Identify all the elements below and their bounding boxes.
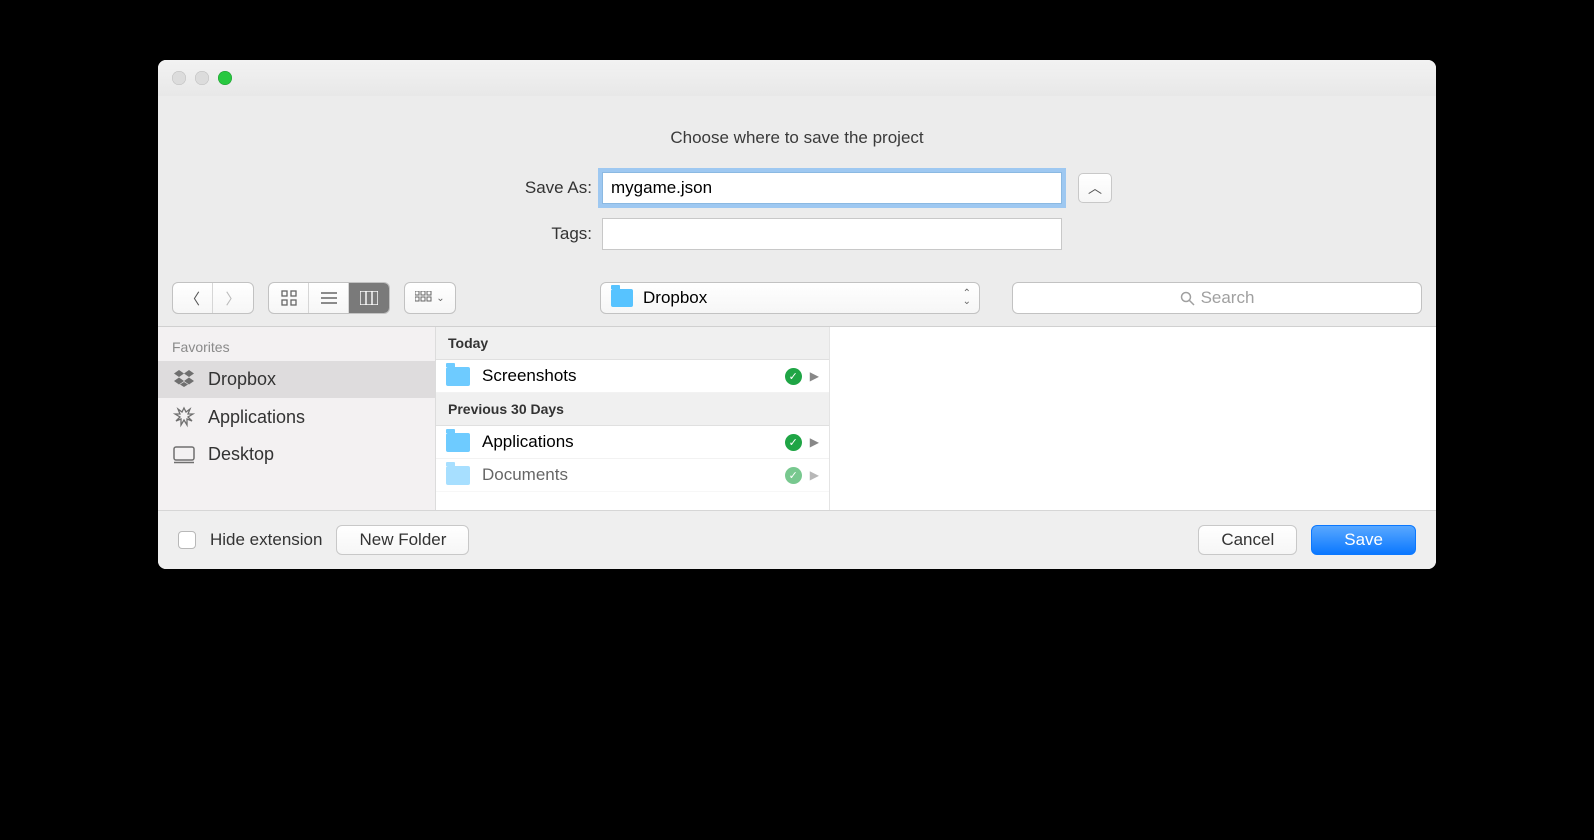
column-header: Previous 30 Days xyxy=(436,393,829,426)
search-icon xyxy=(1180,291,1195,306)
nav-forward-button[interactable]: 〉 xyxy=(213,283,253,313)
folder-item[interactable]: Applications ✓ ▶ xyxy=(436,426,829,459)
folder-item-label: Applications xyxy=(482,432,574,452)
view-icons-button[interactable] xyxy=(269,283,309,313)
tags-input[interactable] xyxy=(602,218,1062,250)
synced-badge-icon: ✓ xyxy=(785,467,802,484)
folder-icon xyxy=(446,367,470,386)
save-label: Save xyxy=(1344,530,1383,550)
view-mode-segment xyxy=(268,282,390,314)
file-browser: Favorites Dropbox Applications Desktop xyxy=(158,327,1436,511)
synced-badge-icon: ✓ xyxy=(785,434,802,451)
minimize-window-button[interactable] xyxy=(195,71,209,85)
arrange-icon xyxy=(415,291,433,305)
location-label: Dropbox xyxy=(643,288,707,308)
folder-item[interactable]: Documents ✓ ▶ xyxy=(436,459,829,492)
sidebar: Favorites Dropbox Applications Desktop xyxy=(158,327,436,510)
save-button[interactable]: Save xyxy=(1311,525,1416,555)
chevron-right-icon: ▶ xyxy=(810,468,819,482)
nav-segment: 〈 〉 xyxy=(172,282,254,314)
list-icon xyxy=(321,291,337,305)
maximize-window-button[interactable] xyxy=(218,71,232,85)
stepper-icon: ⌃⌄ xyxy=(963,290,971,306)
arrange-segment: ⌄ xyxy=(404,282,456,314)
sidebar-item-desktop[interactable]: Desktop xyxy=(158,436,435,473)
cancel-button[interactable]: Cancel xyxy=(1198,525,1297,555)
chevron-right-icon: ▶ xyxy=(810,435,819,449)
titlebar xyxy=(158,60,1436,96)
location-dropdown[interactable]: Dropbox ⌃⌄ xyxy=(600,282,980,314)
dropbox-icon xyxy=(172,370,196,390)
desktop-icon xyxy=(172,446,196,464)
sidebar-item-label: Desktop xyxy=(208,444,274,465)
sidebar-item-label: Dropbox xyxy=(208,369,276,390)
arrange-button[interactable]: ⌄ xyxy=(405,283,455,313)
folder-item-label: Documents xyxy=(482,465,568,485)
new-folder-button[interactable]: New Folder xyxy=(336,525,469,555)
browser-toolbar: 〈 〉 ⌄ Dropbox ⌃⌄ xyxy=(158,278,1436,327)
folder-icon xyxy=(446,466,470,485)
sidebar-item-dropbox[interactable]: Dropbox xyxy=(158,361,435,398)
dialog-footer: Hide extension New Folder Cancel Save xyxy=(158,511,1436,569)
hide-extension-checkbox[interactable] xyxy=(178,531,196,549)
empty-column xyxy=(830,327,1436,510)
view-list-button[interactable] xyxy=(309,283,349,313)
search-input[interactable]: Search xyxy=(1012,282,1422,314)
dialog-title: Choose where to save the project xyxy=(158,96,1436,172)
save-as-label: Save As: xyxy=(482,178,592,198)
folder-item[interactable]: Screenshots ✓ ▶ xyxy=(436,360,829,393)
folder-icon xyxy=(611,289,633,307)
nav-back-button[interactable]: 〈 xyxy=(173,283,213,313)
column-header: Today xyxy=(436,327,829,360)
search-placeholder: Search xyxy=(1201,288,1255,308)
sidebar-item-applications[interactable]: Applications xyxy=(158,398,435,436)
cancel-label: Cancel xyxy=(1221,530,1274,550)
chevron-left-icon: 〈 xyxy=(185,288,200,309)
save-form: Save As: ︿ Tags: xyxy=(158,172,1436,278)
columns-icon xyxy=(360,291,378,305)
applications-icon xyxy=(172,406,196,428)
collapse-expand-button[interactable]: ︿ xyxy=(1078,173,1112,203)
folder-icon xyxy=(446,433,470,452)
grid-icon xyxy=(281,290,297,306)
close-window-button[interactable] xyxy=(172,71,186,85)
hide-extension-label: Hide extension xyxy=(210,530,322,550)
save-dialog-window: Choose where to save the project Save As… xyxy=(158,60,1436,569)
save-as-input[interactable] xyxy=(602,172,1062,204)
chevron-down-icon: ⌄ xyxy=(436,293,444,304)
file-column: Today Screenshots ✓ ▶ Previous 30 Days A… xyxy=(436,327,830,510)
folder-item-label: Screenshots xyxy=(482,366,577,386)
chevron-right-icon: ▶ xyxy=(810,369,819,383)
view-columns-button[interactable] xyxy=(349,283,389,313)
chevron-right-icon: 〉 xyxy=(225,288,240,309)
chevron-up-icon: ︿ xyxy=(1088,178,1102,198)
new-folder-label: New Folder xyxy=(359,530,446,550)
sidebar-header: Favorites xyxy=(158,327,435,361)
sidebar-item-label: Applications xyxy=(208,407,305,428)
synced-badge-icon: ✓ xyxy=(785,368,802,385)
tags-label: Tags: xyxy=(482,224,592,244)
